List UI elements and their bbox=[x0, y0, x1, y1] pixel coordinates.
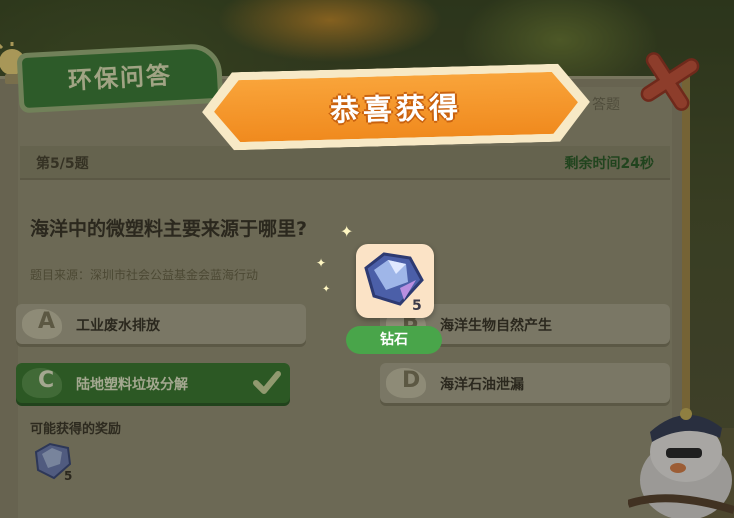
option-letter: D bbox=[402, 368, 421, 393]
option-a[interactable]: A 工业废水排放 bbox=[16, 304, 306, 344]
option-letter: C bbox=[38, 368, 55, 393]
countdown-timer: 剩余时间24秒 bbox=[564, 156, 654, 172]
quiz-header: 第5/5题 剩余时间24秒 bbox=[20, 146, 670, 180]
question-source: 题目来源：深圳市社会公益基金会蓝海行动 bbox=[30, 268, 259, 282]
sparkle-icon: ✦ bbox=[322, 284, 331, 295]
diamond-icon: 5 bbox=[364, 252, 424, 314]
close-icon[interactable] bbox=[634, 44, 705, 115]
check-icon bbox=[253, 371, 281, 394]
diamond-icon: 5 bbox=[34, 442, 72, 483]
option-text: 海洋生物自然产生 bbox=[440, 318, 552, 334]
option-text: 海洋石油泄漏 bbox=[440, 377, 524, 393]
option-letter: A bbox=[38, 309, 56, 334]
question-text: 海洋中的微塑料主要来源于哪里? bbox=[30, 218, 308, 240]
sparkle-icon: ✦ bbox=[316, 256, 327, 270]
reward-count: 5 bbox=[64, 469, 72, 483]
quiz-title-tab: 环保问答 bbox=[16, 42, 224, 114]
congrats-banner: 恭喜获得 bbox=[201, 63, 591, 151]
option-text: 工业废水排放 bbox=[76, 318, 160, 334]
answered-label: 答题 bbox=[592, 97, 620, 113]
reward-label: 可能获得的奖励 bbox=[30, 422, 122, 437]
option-c[interactable]: C 陆地塑料垃圾分解 bbox=[16, 363, 290, 403]
question-progress: 第5/5题 bbox=[36, 156, 89, 172]
reward-item-card[interactable]: 5 bbox=[356, 244, 434, 318]
option-d[interactable]: D 海洋石油泄漏 bbox=[380, 363, 670, 403]
reward-item-count: 5 bbox=[412, 298, 422, 314]
reward-item-name: 钻石 bbox=[346, 326, 442, 354]
quiz-title: 环保问答 bbox=[67, 61, 173, 95]
reward-preview: 5 bbox=[30, 440, 76, 484]
mascot-bird bbox=[628, 408, 734, 518]
sparkle-icon: ✦ bbox=[340, 222, 354, 241]
option-text: 陆地塑料垃圾分解 bbox=[76, 377, 188, 393]
